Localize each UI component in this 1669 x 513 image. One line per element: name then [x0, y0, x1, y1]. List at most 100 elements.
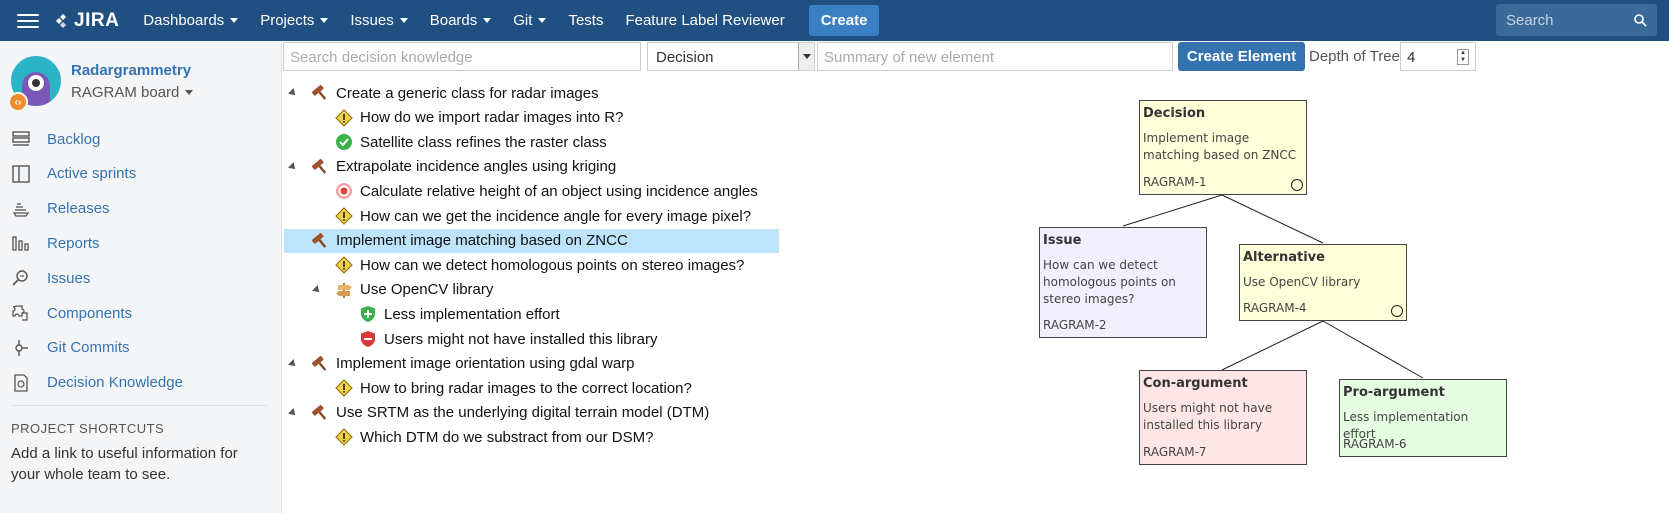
tree-node-issue[interactable]: How do we import radar images into R? [335, 106, 623, 130]
nav-item-git[interactable]: Git [513, 12, 547, 29]
tree-node-goal[interactable]: Calculate relative height of an object u… [335, 179, 758, 203]
sidebar-item-git-commits[interactable]: Git Commits [11, 338, 130, 358]
nav-item-label: Projects [260, 12, 315, 29]
create-issue-button[interactable]: Create [808, 5, 880, 36]
tree-node-issue[interactable]: How to bring radar images to the correct… [335, 376, 692, 400]
tree-node-issue[interactable]: How can we detect homologous points on s… [335, 253, 744, 277]
sidebar-item-label: Backlog [47, 130, 101, 148]
graph-node-summary: How can we detect homologous points on s… [1043, 258, 1176, 306]
checkmark-icon [335, 133, 353, 151]
sidebar-item-backlog[interactable]: Backlog [11, 129, 100, 149]
signpost-icon [335, 281, 353, 299]
collapse-node-icon[interactable] [1291, 179, 1303, 191]
element-type-selected: Decision [656, 49, 714, 66]
tree-node-issue[interactable]: How can we get the incidence angle for e… [335, 204, 751, 228]
tree-node-label: Use OpenCV library [360, 281, 494, 299]
graph-node-type: Alternative [1243, 250, 1325, 265]
tree-toggle-icon[interactable] [312, 284, 322, 295]
tree-node-label: How do we import radar images into R? [360, 109, 624, 127]
gavel-icon [311, 232, 329, 250]
tree-node-decision[interactable]: Implement image matching based on ZNCC [284, 228, 779, 253]
graph-node-decision[interactable]: Decision Implement image matching based o… [1139, 100, 1307, 195]
tree-toggle-icon[interactable] [288, 88, 298, 98]
tree-node-label: Less implementation effort [384, 305, 560, 323]
tree-node-con[interactable]: Users might not have installed this libr… [359, 327, 657, 351]
graph-node-issue[interactable]: Issue How can we detect homologous points… [1039, 227, 1207, 338]
warning-icon [335, 108, 353, 127]
sidebar-item-reports[interactable]: Reports [11, 233, 100, 253]
nav-item-label: Feature Label Reviewer [625, 12, 785, 29]
sidebar-divider [11, 405, 267, 406]
tree-node-label: Extrapolate incidence angles using krigi… [336, 158, 617, 176]
tree-node-decision[interactable]: Use SRTM as the underlying digital terra… [311, 401, 709, 425]
nav-item-feature-label-reviewer[interactable]: Feature Label Reviewer [625, 12, 784, 29]
collapse-node-icon[interactable] [1391, 305, 1403, 317]
chevron-down-icon [320, 18, 329, 23]
sidebar-item-active-sprints[interactable]: Active sprints [11, 164, 136, 184]
graph-node-summary: Implement image matching based on ZNCC [1143, 131, 1297, 162]
gavel-icon [311, 158, 329, 176]
nav-item-tests[interactable]: Tests [568, 12, 603, 29]
warning-icon [335, 379, 353, 397]
tree-node-decision[interactable]: Extrapolate incidence angles using krigi… [311, 155, 616, 179]
graph-node-alternative[interactable]: Alternative Use OpenCV library RAGRAM-4 [1239, 244, 1407, 321]
graph-node-key: RAGRAM-6 [1343, 437, 1407, 451]
sidebar-item-label: Issues [47, 269, 91, 287]
new-element-summary-input[interactable]: Summary of new element [817, 42, 1173, 71]
tree-node-alternative[interactable]: Use OpenCV library [335, 278, 493, 302]
sidebar-item-decision-knowledge[interactable]: Decision Knowledge [11, 373, 183, 393]
tree-node-label: Implement image orientation using gdal w… [336, 355, 635, 373]
tree-node-label: Satellite class refines the raster class [360, 133, 607, 151]
tree-toggle-icon[interactable] [288, 407, 298, 418]
tree-node-label: Implement image matching based on ZNCC [336, 232, 628, 250]
nav-item-label: Boards [429, 12, 478, 29]
project-shortcuts-hint[interactable]: Add a link to useful information for you… [11, 443, 261, 485]
tree-node-solved[interactable]: Satellite class refines the raster class [335, 130, 607, 154]
tree-node-decision[interactable]: Create a generic class for radar images [311, 81, 599, 105]
element-type-select[interactable]: Decision [647, 42, 815, 71]
nav-item-boards[interactable]: Boards [430, 12, 492, 29]
project-shortcuts-heading: PROJECT SHORTCUTS [11, 421, 165, 436]
graph-node-key: RAGRAM-2 [1043, 318, 1107, 332]
board-selector[interactable]: RAGRAM board [71, 84, 194, 101]
board-name-label: RAGRAM board [71, 84, 180, 101]
tree-toggle-icon[interactable] [288, 161, 298, 172]
sidebar-item-issues[interactable]: Issues [11, 268, 90, 288]
gavel-icon [311, 355, 329, 373]
jira-logo[interactable]: JIRA [55, 10, 119, 32]
chevron-down-icon [185, 90, 194, 95]
depth-of-tree-input[interactable]: 4 ▲ ▼ [1400, 42, 1476, 71]
graph-node-key: RAGRAM-4 [1243, 301, 1307, 315]
app-switcher-icon[interactable] [17, 13, 39, 28]
tree-node-label: Users might not have installed this libr… [384, 330, 658, 348]
create-element-button[interactable]: Create Element [1178, 42, 1305, 71]
graph-node-pro[interactable]: Pro-argument Less implementation effort RA… [1339, 379, 1507, 457]
spinner-icon[interactable]: ▲ ▼ [1457, 49, 1469, 65]
plus-shield-icon [359, 305, 377, 323]
top-navigation-bar: JIRA Dashboards Projects Issues Boards Git Te… [0, 0, 1669, 41]
graph-node-key: RAGRAM-1 [1143, 175, 1207, 189]
reports-icon [12, 236, 29, 252]
project-name-link[interactable]: Radargrammetry [71, 62, 191, 79]
tree-node-issue[interactable]: Which DTM do we substract from our DSM? [335, 425, 653, 449]
tree-toggle-icon[interactable] [288, 358, 298, 369]
sidebar-item-releases[interactable]: Releases [11, 199, 110, 219]
warning-icon [335, 256, 353, 274]
nav-item-issues[interactable]: Issues [350, 12, 408, 29]
tree-node-decision[interactable]: Implement image orientation using gdal w… [311, 352, 635, 376]
global-search-input[interactable]: Search [1496, 4, 1657, 36]
tree-node-label: How to bring radar images to the correct… [360, 379, 692, 397]
graph-edge [1122, 194, 1223, 227]
nav-item-projects[interactable]: Projects [260, 12, 329, 29]
depth-of-tree-label: Depth of Tree [1309, 48, 1400, 65]
chevron-down-icon [798, 43, 814, 70]
git-commits-icon [15, 339, 28, 356]
sidebar-item-components[interactable]: Components [11, 303, 132, 323]
project-sidebar: ‹› Radargrammetry RAGRAM board Backlog Ac… [0, 41, 282, 513]
search-decision-knowledge-input[interactable]: Search decision knowledge [283, 42, 641, 71]
tree-node-pro[interactable]: Less implementation effort [359, 302, 560, 326]
graph-node-con[interactable]: Con-argument Users might not have install… [1139, 370, 1307, 465]
decision-knowledge-icon [14, 373, 28, 392]
nav-item-dashboards[interactable]: Dashboards [143, 12, 239, 29]
tree-node-label: Use SRTM as the underlying digital terra… [336, 404, 710, 422]
